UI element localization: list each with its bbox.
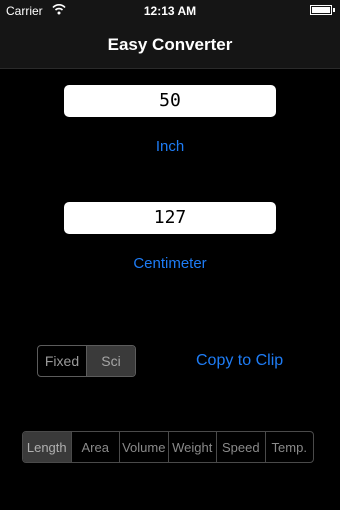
- to-value-input[interactable]: [64, 202, 276, 234]
- format-segmented-control: Fixed Sci: [37, 345, 136, 377]
- status-bar: Carrier 12:13 AM: [0, 0, 340, 22]
- type-option-length[interactable]: Length: [23, 432, 71, 462]
- type-option-area[interactable]: Area: [70, 432, 120, 462]
- copy-to-clip-button[interactable]: Copy to Clip: [196, 352, 283, 370]
- status-time: 12:13 AM: [143, 4, 197, 18]
- from-value-input[interactable]: [64, 85, 276, 117]
- from-unit-button[interactable]: Inch: [0, 138, 340, 155]
- battery-icon: [310, 5, 335, 15]
- type-option-speed[interactable]: Speed: [216, 432, 265, 462]
- format-option-fixed[interactable]: Fixed: [38, 346, 86, 376]
- type-option-volume[interactable]: Volume: [119, 432, 168, 462]
- format-option-sci[interactable]: Sci: [86, 346, 135, 376]
- to-unit-button[interactable]: Centimeter: [0, 255, 340, 272]
- navigation-bar: Easy Converter: [0, 22, 340, 69]
- type-option-temp[interactable]: Temp.: [264, 432, 314, 462]
- conversion-type-segmented-control: Length Area Volume Weight Speed Temp.: [22, 431, 314, 463]
- page-title: Easy Converter: [107, 35, 233, 54]
- type-option-weight[interactable]: Weight: [167, 432, 217, 462]
